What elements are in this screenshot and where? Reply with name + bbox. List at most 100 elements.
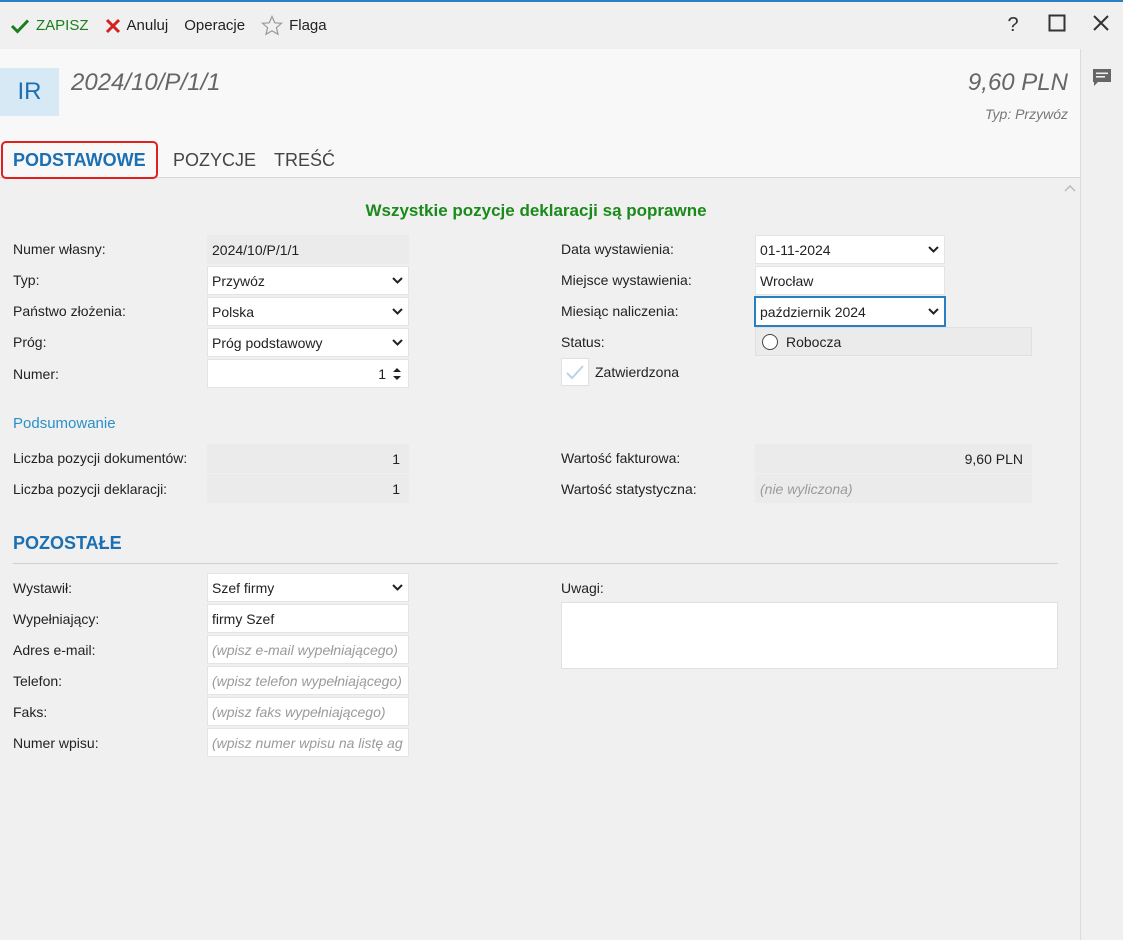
wystawil-label: Wystawił: bbox=[13, 580, 72, 596]
zatwierdzona-checkbox[interactable]: Zatwierdzona bbox=[561, 358, 679, 386]
numer-wlasny-value: 2024/10/P/1/1 bbox=[212, 241, 300, 258]
other-section-title: POZOSTAŁE bbox=[13, 533, 122, 553]
numer-value: 1 bbox=[378, 365, 386, 382]
status-radio-robocza[interactable]: Robocza bbox=[755, 327, 1032, 356]
miesiac-label: Miesiąc naliczenia: bbox=[561, 303, 679, 319]
validation-message: Wszystkie pozycje deklaracji są poprawne bbox=[365, 201, 707, 220]
document-number: 2024/10/P/1/1 bbox=[71, 69, 221, 96]
maximize-icon bbox=[1048, 14, 1066, 38]
panstwo-value: Polska bbox=[212, 303, 255, 320]
wypelniajacy-input[interactable]: firmy Szef bbox=[207, 604, 409, 633]
form-content: Wszystkie pozycje deklaracji są poprawne… bbox=[0, 179, 1080, 940]
prog-value: Próg podstawowy bbox=[212, 334, 323, 351]
tab-tresc[interactable]: TREŚĆ bbox=[274, 143, 335, 178]
tab-label: POZYCJE bbox=[173, 150, 257, 170]
uwagi-textarea[interactable] bbox=[561, 602, 1058, 669]
miesiac-select[interactable]: październik 2024 bbox=[754, 296, 946, 327]
stepper-arrows-icon[interactable] bbox=[390, 366, 404, 382]
uwagi-label: Uwagi: bbox=[561, 580, 604, 596]
faks-field[interactable]: (wpisz faks wypełniającego) bbox=[207, 697, 409, 726]
cancel-button[interactable]: Anuluj bbox=[97, 11, 177, 41]
tab-label: PODSTAWOWE bbox=[13, 149, 146, 170]
data-wystawienia-value: 01-11-2024 bbox=[760, 241, 831, 258]
typ-select[interactable]: Przywóz bbox=[207, 266, 409, 295]
miesiac-value: październik 2024 bbox=[760, 303, 866, 320]
cancel-label: Anuluj bbox=[126, 17, 169, 34]
email-label: Adres e-mail: bbox=[13, 642, 96, 658]
side-panel bbox=[1080, 49, 1123, 940]
help-label: ? bbox=[1007, 14, 1019, 36]
wystawil-select[interactable]: Szef firmy bbox=[207, 573, 409, 602]
wartosc-statystyczna-label: Wartość statystyczna: bbox=[561, 481, 697, 497]
numer-wlasny-label: Numer własny: bbox=[13, 241, 106, 257]
close-window-button[interactable] bbox=[1079, 2, 1123, 49]
typ-value: Przywóz bbox=[212, 272, 265, 289]
numer-wpisu-placeholder: (wpisz numer wpisu na listę ag bbox=[212, 734, 403, 751]
typ-label: Typ: bbox=[13, 272, 40, 288]
tab-bar: PODSTAWOWE POZYCJE TREŚĆ bbox=[0, 141, 1080, 179]
toolbar: ZAPISZ Anuluj Operacje Flaga ? bbox=[0, 0, 1123, 49]
data-wystawienia-picker[interactable]: 01-11-2024 bbox=[755, 235, 945, 264]
comments-button[interactable] bbox=[1091, 67, 1113, 92]
miejsce-value: Wrocław bbox=[760, 272, 814, 289]
liczba-deklaracji-field: 1 bbox=[207, 474, 409, 503]
star-icon bbox=[261, 14, 284, 37]
liczba-dokumentow-field: 1 bbox=[207, 444, 409, 473]
close-x-icon bbox=[105, 18, 121, 34]
tab-pozycje[interactable]: POZYCJE bbox=[173, 143, 256, 178]
help-button[interactable]: ? bbox=[991, 2, 1035, 49]
miejsce-input[interactable]: Wrocław bbox=[755, 266, 945, 295]
chevron-down-icon bbox=[926, 246, 940, 253]
liczba-dokumentow-label: Liczba pozycji dokumentów: bbox=[13, 450, 188, 466]
panstwo-label: Państwo złożenia: bbox=[13, 303, 126, 319]
email-field[interactable]: (wpisz e-mail wypełniającego) bbox=[207, 635, 409, 664]
radio-icon bbox=[762, 333, 778, 350]
wartosc-fakturowa-value: 9,60 PLN bbox=[964, 450, 1023, 467]
scroll-up-arrow-icon[interactable] bbox=[1064, 181, 1076, 195]
liczba-dokumentow-value: 1 bbox=[392, 450, 400, 467]
maximize-button[interactable] bbox=[1035, 2, 1079, 49]
telefon-field[interactable]: (wpisz telefon wypełniającego) bbox=[207, 666, 409, 695]
numer-wlasny-field: 2024/10/P/1/1 bbox=[207, 235, 409, 264]
panstwo-select[interactable]: Polska bbox=[207, 297, 409, 326]
wartosc-fakturowa-label: Wartość fakturowa: bbox=[561, 450, 681, 466]
section-divider bbox=[13, 563, 1058, 564]
miejsce-label: Miejsce wystawienia: bbox=[561, 272, 692, 288]
summary-section-title: Podsumowanie bbox=[13, 415, 116, 432]
checkbox-icon bbox=[561, 358, 589, 386]
chevron-down-icon bbox=[390, 339, 404, 346]
numer-stepper[interactable]: 1 bbox=[207, 359, 409, 388]
telefon-placeholder: (wpisz telefon wypełniającego) bbox=[212, 672, 402, 689]
checkmark-icon bbox=[10, 18, 30, 34]
tab-podstawowe[interactable]: PODSTAWOWE bbox=[1, 141, 158, 179]
chevron-down-icon bbox=[390, 584, 404, 591]
faks-label: Faks: bbox=[13, 704, 48, 720]
flag-button[interactable]: Flaga bbox=[253, 11, 335, 41]
window-controls: ? bbox=[991, 2, 1123, 49]
flag-label: Flaga bbox=[289, 17, 327, 34]
document-amount: 9,60 PLN bbox=[967, 69, 1068, 96]
wartosc-statystyczna-placeholder: (nie wyliczona) bbox=[760, 480, 853, 497]
prog-label: Próg: bbox=[13, 334, 47, 350]
status-label: Status: bbox=[561, 334, 605, 350]
numer-label: Numer: bbox=[13, 366, 59, 382]
prog-select[interactable]: Próg podstawowy bbox=[207, 328, 409, 357]
numer-wpisu-field[interactable]: (wpisz numer wpisu na listę ag bbox=[207, 728, 409, 757]
chevron-down-icon bbox=[390, 308, 404, 315]
numer-wpisu-label: Numer wpisu: bbox=[13, 735, 99, 751]
wystawil-value: Szef firmy bbox=[212, 579, 275, 596]
document-type-badge: IR bbox=[0, 68, 59, 116]
liczba-deklaracji-label: Liczba pozycji deklaracji: bbox=[13, 481, 168, 497]
chevron-down-icon bbox=[390, 277, 404, 284]
wypelniajacy-label: Wypełniający: bbox=[13, 611, 100, 627]
data-wystawienia-label: Data wystawienia: bbox=[561, 241, 674, 257]
operations-button[interactable]: Operacje bbox=[176, 11, 253, 41]
email-placeholder: (wpisz e-mail wypełniającego) bbox=[212, 641, 398, 658]
telefon-label: Telefon: bbox=[13, 673, 63, 689]
status-value: Robocza bbox=[786, 333, 842, 350]
document-type: Typ: Przywóz bbox=[985, 106, 1068, 122]
save-button[interactable]: ZAPISZ bbox=[2, 11, 97, 41]
close-icon bbox=[1092, 14, 1110, 38]
save-label: ZAPISZ bbox=[36, 17, 89, 34]
chevron-down-icon bbox=[926, 308, 940, 315]
